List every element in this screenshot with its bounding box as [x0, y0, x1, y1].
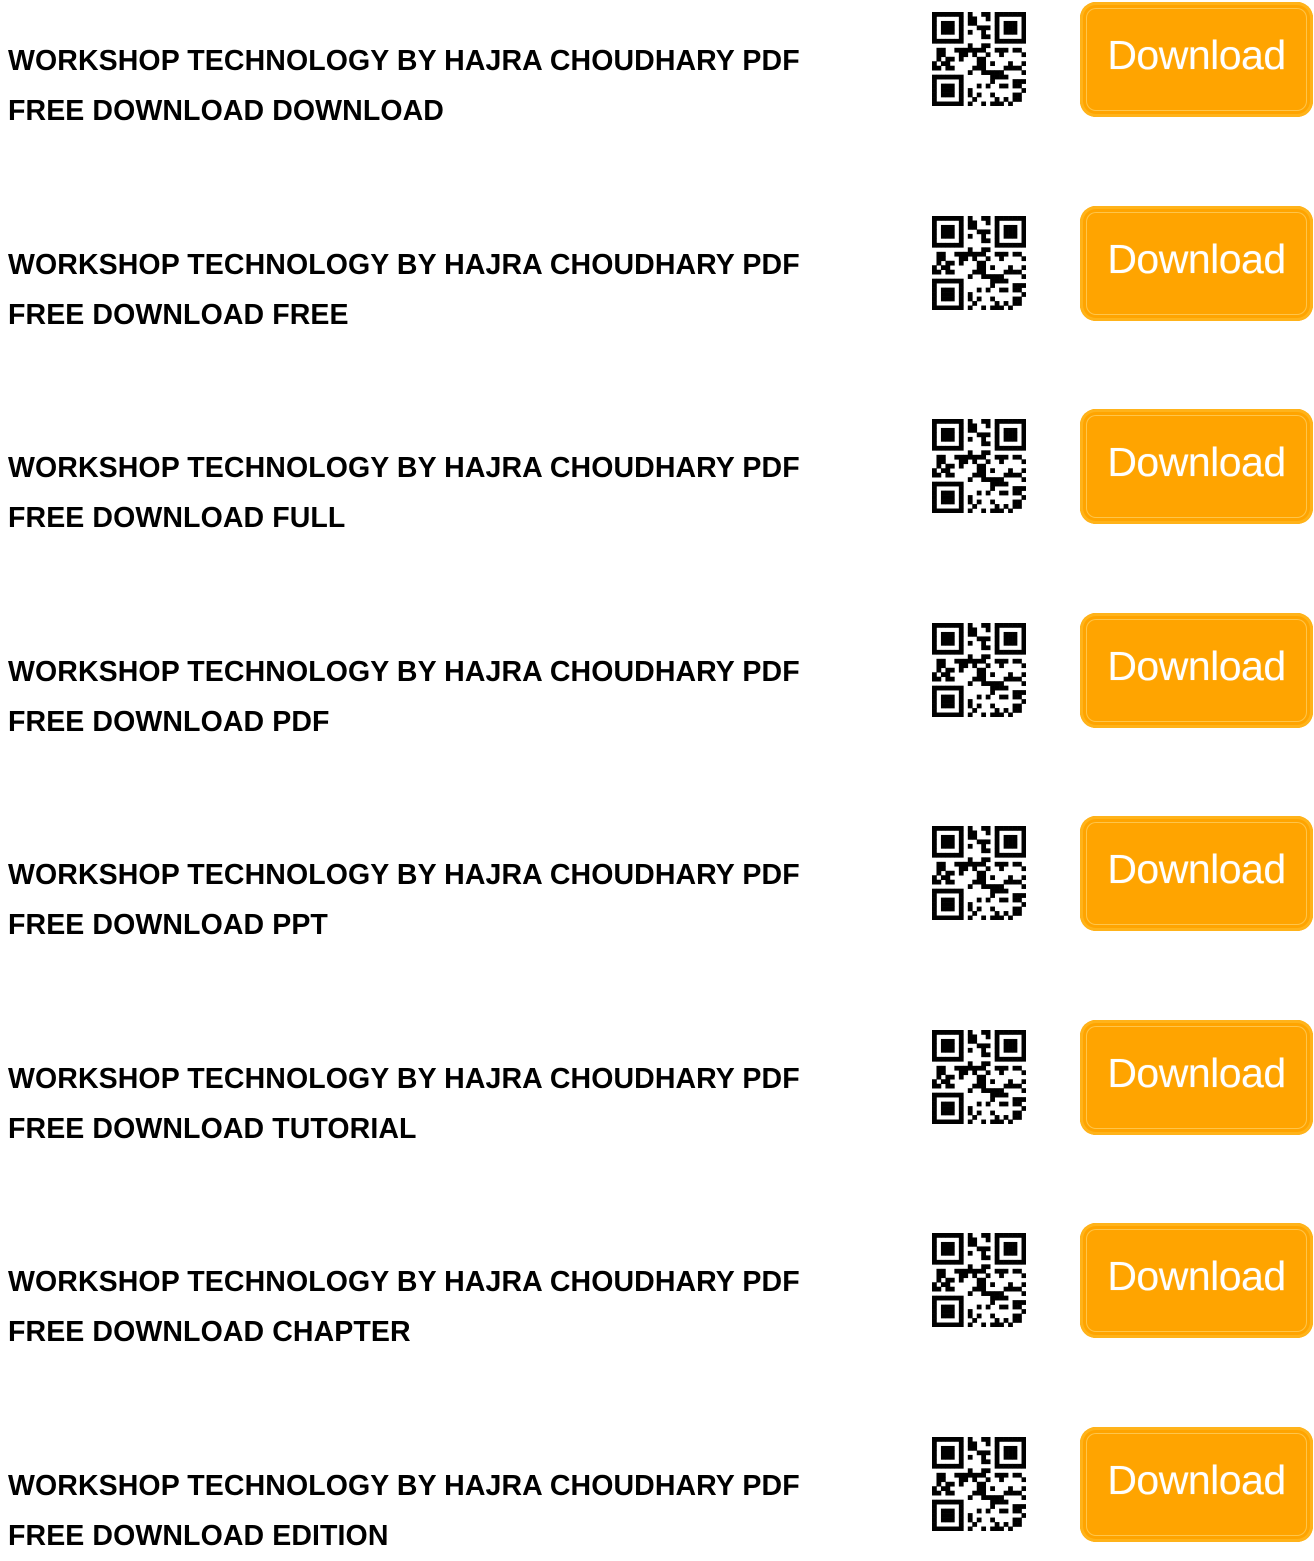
item-title-line-2: FREE DOWNLOAD PPT: [8, 909, 328, 941]
download-button-label: Download: [1107, 1456, 1286, 1503]
download-button-label: Download: [1107, 1253, 1286, 1299]
list-item: WORKSHOP TECHNOLOGY BY HAJRA CHOUDHARY P…: [0, 611, 1314, 738]
item-title-line-1: WORKSHOP TECHNOLOGY BY HAJRA CHOUDHARY P…: [8, 248, 800, 281]
qr-code-icon: [932, 1233, 1026, 1327]
list-item: WORKSHOP TECHNOLOGY BY HAJRA CHOUDHARY P…: [0, 0, 1314, 127]
qr-code-icon: [932, 1029, 1026, 1124]
list-item: WORKSHOP TECHNOLOGY BY HAJRA CHOUDHARY P…: [0, 204, 1314, 331]
download-button-label: Download: [1107, 32, 1286, 78]
download-button[interactable]: Download: [1080, 816, 1313, 931]
list-item: WORKSHOP TECHNOLOGY BY HAJRA CHOUDHARY P…: [0, 1425, 1314, 1552]
download-button-label: Download: [1107, 439, 1286, 485]
download-button[interactable]: Download: [1080, 1426, 1313, 1542]
item-title[interactable]: WORKSHOP TECHNOLOGY BY HAJRA CHOUDHARY P…: [8, 443, 908, 543]
item-title-line-1: WORKSHOP TECHNOLOGY BY HAJRA CHOUDHARY P…: [8, 859, 800, 891]
list-item: WORKSHOP TECHNOLOGY BY HAJRA CHOUDHARY P…: [0, 1221, 1314, 1348]
item-title-line-1: WORKSHOP TECHNOLOGY BY HAJRA CHOUDHARY P…: [8, 1266, 800, 1298]
item-title-line-1: WORKSHOP TECHNOLOGY BY HAJRA CHOUDHARY P…: [8, 1062, 800, 1095]
item-title-line-2: FREE DOWNLOAD EDITION: [8, 1519, 389, 1552]
item-title[interactable]: WORKSHOP TECHNOLOGY BY HAJRA CHOUDHARY P…: [8, 240, 908, 340]
qr-code-icon: [932, 215, 1026, 310]
item-title[interactable]: WORKSHOP TECHNOLOGY BY HAJRA CHOUDHARY P…: [8, 1461, 908, 1561]
item-title[interactable]: WORKSHOP TECHNOLOGY BY HAJRA CHOUDHARY P…: [8, 1054, 908, 1154]
qr-code-icon: [932, 419, 1026, 513]
item-title[interactable]: WORKSHOP TECHNOLOGY BY HAJRA CHOUDHARY P…: [8, 36, 908, 136]
download-button-label: Download: [1107, 846, 1286, 892]
item-title-line-2: FREE DOWNLOAD FULL: [8, 502, 346, 534]
item-title-line-1: WORKSHOP TECHNOLOGY BY HAJRA CHOUDHARY P…: [8, 1469, 800, 1502]
item-title-line-2: FREE DOWNLOAD PDF: [8, 705, 330, 738]
download-button-label: Download: [1107, 642, 1286, 689]
item-title-line-2: FREE DOWNLOAD DOWNLOAD: [8, 95, 444, 127]
item-title-line-1: WORKSHOP TECHNOLOGY BY HAJRA CHOUDHARY P…: [8, 452, 800, 484]
list-item: WORKSHOP TECHNOLOGY BY HAJRA CHOUDHARY P…: [0, 407, 1314, 534]
item-title-line-1: WORKSHOP TECHNOLOGY BY HAJRA CHOUDHARY P…: [8, 655, 800, 688]
download-button[interactable]: Download: [1080, 205, 1313, 321]
download-button-label: Download: [1107, 1049, 1286, 1096]
item-title-line-1: WORKSHOP TECHNOLOGY BY HAJRA CHOUDHARY P…: [8, 45, 800, 77]
download-button-label: Download: [1107, 235, 1286, 282]
qr-code-icon: [932, 826, 1026, 920]
list-item: WORKSHOP TECHNOLOGY BY HAJRA CHOUDHARY P…: [0, 1018, 1314, 1145]
item-title[interactable]: WORKSHOP TECHNOLOGY BY HAJRA CHOUDHARY P…: [8, 1257, 908, 1357]
item-title-line-2: FREE DOWNLOAD TUTORIAL: [8, 1112, 417, 1145]
item-title-line-2: FREE DOWNLOAD CHAPTER: [8, 1316, 411, 1348]
qr-code-icon: [932, 1436, 1026, 1531]
item-title[interactable]: WORKSHOP TECHNOLOGY BY HAJRA CHOUDHARY P…: [8, 647, 908, 747]
item-title[interactable]: WORKSHOP TECHNOLOGY BY HAJRA CHOUDHARY P…: [8, 850, 908, 950]
download-button[interactable]: Download: [1080, 2, 1313, 117]
list-item: WORKSHOP TECHNOLOGY BY HAJRA CHOUDHARY P…: [0, 814, 1314, 941]
download-button[interactable]: Download: [1080, 612, 1313, 728]
item-title-line-2: FREE DOWNLOAD FREE: [8, 298, 349, 331]
download-button[interactable]: Download: [1080, 1223, 1313, 1338]
download-button[interactable]: Download: [1080, 1019, 1313, 1135]
qr-code-icon: [932, 622, 1026, 717]
download-button[interactable]: Download: [1080, 409, 1313, 524]
qr-code-icon: [932, 12, 1026, 106]
